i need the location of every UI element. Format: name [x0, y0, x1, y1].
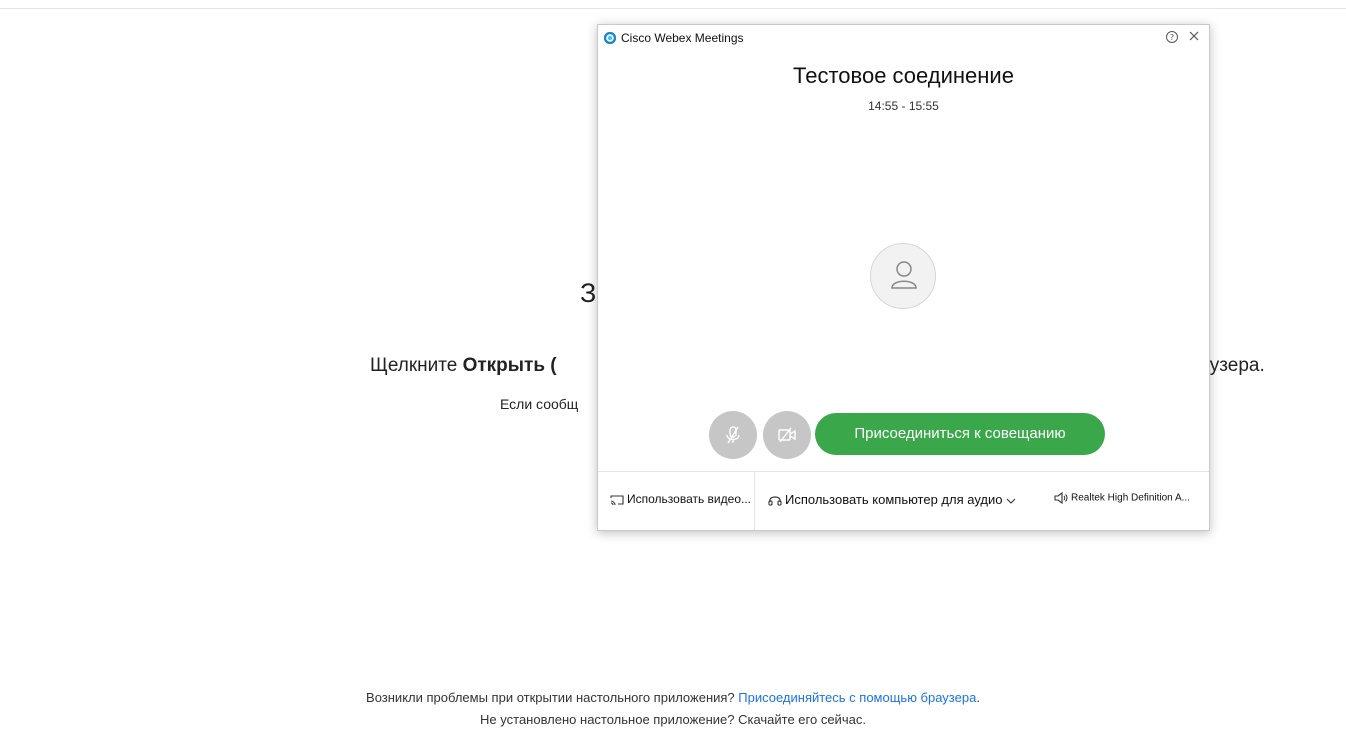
chevron-down-icon	[1006, 498, 1016, 504]
speaker-select[interactable]: Realtek High Definition A...	[1054, 491, 1190, 505]
webex-dialog: Cisco Webex Meetings ? Тестовое соединен…	[597, 24, 1210, 531]
join-meeting-button[interactable]: Присоединиться к совещанию	[815, 413, 1105, 455]
bottombar-divider	[754, 472, 755, 530]
join-browser-link[interactable]: Присоединяйтесь с помощью браузера	[738, 690, 976, 705]
speaker-icon	[1054, 491, 1068, 505]
cast-icon	[610, 495, 624, 505]
footer-end: .	[976, 690, 980, 705]
sub-text-fragment: Если сообщ	[500, 396, 579, 412]
app-title: Cisco Webex Meetings	[621, 31, 744, 45]
webex-logo-icon	[604, 32, 616, 44]
meeting-title: Тестовое соединение	[793, 63, 1014, 88]
video-label: Использовать видео...	[627, 492, 751, 506]
dialog-bottombar: Использовать видео... Использовать компь…	[598, 471, 1209, 530]
audio-label: Использовать компьютер для аудио	[785, 492, 1003, 507]
top-divider	[0, 8, 1346, 9]
dialog-titlebar: Cisco Webex Meetings ?	[598, 25, 1209, 51]
footer-text: Возникли проблемы при открытии настольно…	[366, 690, 739, 705]
mic-muted-icon	[726, 426, 740, 444]
footer-line-2: Не установлено настольное приложение? Ск…	[480, 712, 866, 727]
close-icon[interactable]	[1187, 29, 1201, 43]
footer-line-1: Возникли проблемы при открытии настольно…	[167, 690, 1179, 705]
user-icon	[891, 261, 917, 289]
use-video-system-button[interactable]: Использовать видео...	[610, 492, 751, 506]
video-off-icon	[778, 427, 796, 443]
instruction-bold: Открыть (	[462, 355, 557, 376]
speaker-label: Realtek High Definition A...	[1071, 492, 1190, 504]
help-icon[interactable]: ?	[1165, 30, 1179, 44]
meeting-time: 14:55 - 15:55	[868, 99, 939, 113]
svg-text:?: ?	[1170, 33, 1174, 42]
audio-option-dropdown[interactable]: Использовать компьютер для аудио	[768, 492, 1019, 508]
avatar	[870, 243, 936, 309]
video-button[interactable]	[763, 411, 811, 459]
headset-icon	[768, 495, 782, 506]
page-heading-fragment: З	[580, 278, 597, 308]
instruction-prefix: Щелкните	[370, 355, 463, 376]
instruction-left: Щелкните Открыть (	[370, 355, 557, 377]
mute-button[interactable]	[709, 411, 757, 459]
